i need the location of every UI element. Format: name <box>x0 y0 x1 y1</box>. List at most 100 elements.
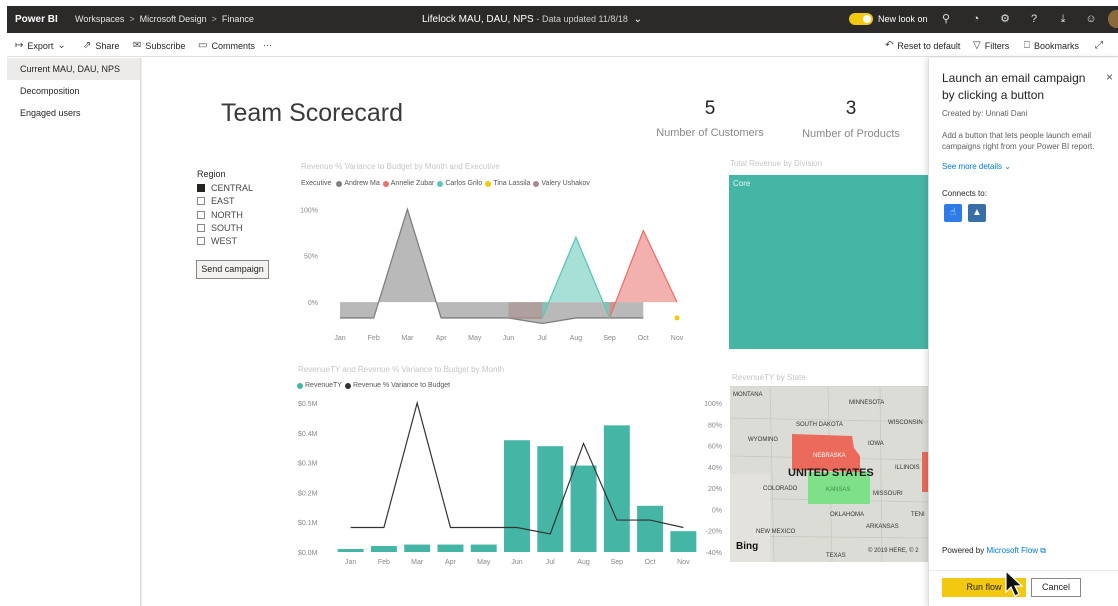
page-tab-current-mau[interactable]: Current MAU, DAU, NPS <box>7 58 140 80</box>
map-state-label: IOWA <box>868 441 884 447</box>
mouse-cursor-icon <box>1005 570 1024 597</box>
share-button[interactable]: ⇗ Share <box>83 40 119 51</box>
legend-item[interactable]: Annelie Zubar <box>391 180 435 187</box>
bar[interactable] <box>370 546 397 552</box>
data-updated-text: - Data updated 11/8/18 <box>536 14 628 24</box>
checkbox-checked[interactable] <box>197 184 205 192</box>
bar[interactable] <box>670 531 697 552</box>
share-label: Share <box>95 40 120 51</box>
x-tick-label: Apr <box>445 559 457 566</box>
share-icon: ⇗ <box>83 40 92 51</box>
toggle-switch[interactable] <box>849 13 873 25</box>
slicer-item-east[interactable]: EAST <box>197 196 235 206</box>
slicer-item-south[interactable]: SOUTH <box>197 223 243 233</box>
y-tick-label-left: $0.2M <box>298 490 318 497</box>
bell-icon[interactable]: ◔ <box>969 12 983 26</box>
filter-icon: ▽ <box>973 40 981 51</box>
x-tick-label: Sep <box>603 335 616 342</box>
search-icon[interactable]: ⚲ <box>939 12 953 26</box>
see-more-details-link[interactable]: See more details ⌄ <box>942 162 1011 171</box>
bar[interactable] <box>404 544 431 552</box>
bar[interactable] <box>637 505 664 552</box>
microsoft-flow-link[interactable]: Microsoft Flow <box>986 546 1038 555</box>
x-tick-label: Jun <box>511 559 522 566</box>
checkbox[interactable] <box>197 197 205 205</box>
close-icon[interactable]: × <box>1106 70 1113 84</box>
y-tick-label-right: -20% <box>706 529 722 536</box>
expand-button[interactable]: ⤢ <box>1095 40 1107 51</box>
map-state-label: MISSOURI <box>873 491 903 497</box>
chevron-down-icon: ⌄ <box>1004 162 1011 171</box>
page-tab-decomposition[interactable]: Decomposition <box>7 80 140 102</box>
map-state-label: TEXAS <box>826 553 846 559</box>
send-campaign-button[interactable]: Send campaign <box>196 260 269 279</box>
smiley-icon[interactable]: ☺ <box>1084 12 1098 26</box>
bar[interactable] <box>570 465 597 552</box>
series-point[interactable] <box>674 315 680 321</box>
slicer-item-west[interactable]: WEST <box>197 236 237 246</box>
treemap-title: Total Revenue by Division <box>730 159 823 168</box>
series-area[interactable] <box>340 209 644 324</box>
new-look-toggle[interactable]: New look on <box>849 13 928 25</box>
bookmark-icon: ⎕ <box>1024 40 1030 51</box>
bar[interactable] <box>504 440 530 552</box>
comments-label: Comments <box>211 40 255 51</box>
reset-label: Reset to default <box>897 40 961 51</box>
legend-item[interactable]: RevenueTY <box>305 382 342 389</box>
checkbox[interactable] <box>197 224 205 232</box>
x-tick-label: Sep <box>611 559 624 566</box>
created-by: Created by: Unnati Dani <box>942 109 1028 118</box>
x-tick-label: Jan <box>345 559 356 566</box>
legend-item[interactable]: Andrew Ma <box>344 180 379 187</box>
subscribe-button[interactable]: ✉ Subscribe <box>133 40 185 51</box>
export-button[interactable]: ↦ Export ⌄ <box>15 40 70 51</box>
checkbox[interactable] <box>197 211 205 219</box>
bar[interactable] <box>603 425 630 552</box>
legend-swatch <box>336 180 343 187</box>
area-chart[interactable]: 100% 50% 0% Jan Feb Mar Apr May Jun Jul Aug Sep Oct N… <box>296 190 696 350</box>
x-tick-label: Aug <box>577 559 590 566</box>
kpi-customers-label: Number of Customers <box>656 127 764 139</box>
reset-to-default-button[interactable]: ↶ Reset to default <box>885 40 960 51</box>
legend-item[interactable]: Carlos Grilo <box>445 180 482 187</box>
connects-to-label: Connects to: <box>942 189 987 198</box>
filters-button[interactable]: ▽ Filters <box>973 40 1009 51</box>
y-tick-label: 100% <box>300 207 318 214</box>
checkbox[interactable] <box>197 237 205 245</box>
external-link-icon[interactable]: ⧉ <box>1040 546 1046 555</box>
y-tick-label: 50% <box>304 254 318 261</box>
chevron-down-icon: ⌄ <box>633 14 643 25</box>
slicer-item-north[interactable]: NORTH <box>197 210 243 220</box>
cancel-button[interactable]: Cancel <box>1031 578 1081 597</box>
help-icon[interactable]: ? <box>1027 12 1041 26</box>
expand-icon: ⤢ <box>1095 40 1103 51</box>
bing-logo: Bing <box>736 541 759 552</box>
legend-item[interactable]: Revenue % Variance to Budget <box>353 382 450 389</box>
comment-icon: ▭ <box>198 40 208 51</box>
x-tick-label: Nov <box>677 559 690 566</box>
map-state-label: COLORADO <box>763 486 798 492</box>
combo-chart[interactable]: $0.5M $0.4M $0.3M $0.2M $0.1M $0.0M 100% 80% 60%… <box>292 394 724 576</box>
slicer-item-central[interactable]: CENTRAL <box>197 183 253 193</box>
series-area[interactable] <box>508 302 543 318</box>
y-tick-label-left: $0.0M <box>298 550 318 557</box>
bar[interactable] <box>437 544 464 552</box>
legend-item[interactable]: Valery Ushakov <box>541 180 590 187</box>
gear-icon[interactable]: ⚙ <box>998 12 1012 26</box>
y-tick-label-left: $0.5M <box>298 401 318 408</box>
y-tick-label-right: 100% <box>704 401 722 408</box>
avatar[interactable] <box>1108 10 1118 28</box>
bookmarks-button[interactable]: ⎕ Bookmarks <box>1024 40 1079 51</box>
x-tick-label: Jul <box>538 335 547 342</box>
treemap-tile-core[interactable]: Core <box>729 175 928 349</box>
legend-item[interactable]: Tina Lassila <box>493 180 530 187</box>
comments-button[interactable]: ▭ Comments <box>198 40 255 51</box>
bar[interactable] <box>470 544 497 552</box>
legend-swatch <box>297 382 303 389</box>
bar[interactable] <box>537 446 564 552</box>
more-options-button[interactable]: ··· <box>263 40 272 50</box>
page-tab-engaged-users[interactable]: Engaged users <box>7 102 140 124</box>
x-tick-label: Oct <box>645 559 656 566</box>
bar[interactable] <box>337 549 364 552</box>
download-icon[interactable]: ⤓ <box>1056 12 1070 26</box>
